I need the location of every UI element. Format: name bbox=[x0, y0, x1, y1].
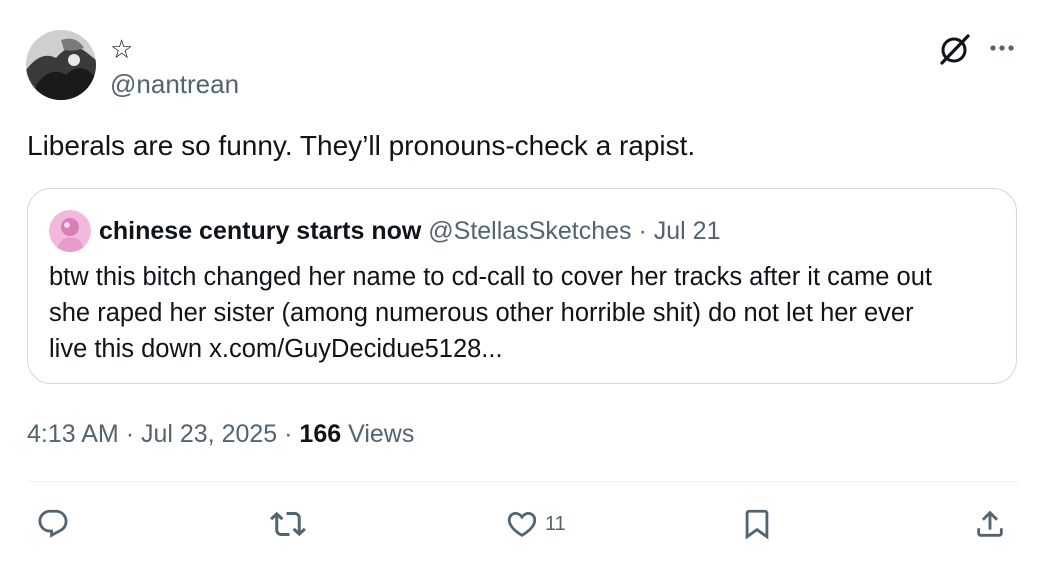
quote-separator: · bbox=[638, 217, 647, 245]
bookmark-button[interactable] bbox=[740, 505, 780, 543]
tweet-date[interactable]: Jul 23, 2025 bbox=[141, 420, 277, 448]
quote-text-line: btw this bitch changed her name to cd-ca… bbox=[49, 263, 932, 291]
quote-header: chinese century starts now @StellasSketc… bbox=[99, 215, 720, 247]
more-icon[interactable] bbox=[985, 34, 1019, 62]
meta-separator: · bbox=[125, 420, 135, 448]
quote-text: btw this bitch changed her name to cd-ca… bbox=[49, 259, 1009, 367]
reply-icon bbox=[38, 509, 68, 538]
tweet-time[interactable]: 4:13 AM bbox=[27, 420, 119, 448]
grok-icon[interactable] bbox=[938, 32, 972, 66]
quote-date[interactable]: Jul 21 bbox=[654, 217, 721, 245]
tweet: ☆ @nantrean Liberals are so funny. They’… bbox=[0, 0, 1048, 564]
quote-text-line: live this down x.com/GuyDecidue5128... bbox=[49, 335, 503, 363]
retweet-icon bbox=[270, 511, 306, 537]
like-count: 11 bbox=[545, 512, 566, 535]
views-count: 166 bbox=[299, 420, 342, 448]
handle[interactable]: @nantrean bbox=[110, 68, 239, 100]
bookmark-icon bbox=[745, 509, 769, 540]
reply-button[interactable] bbox=[36, 505, 76, 543]
like-button[interactable]: 11 bbox=[505, 505, 566, 543]
quote-text-line: she raped her sister (among numerous oth… bbox=[49, 299, 914, 327]
avatar[interactable] bbox=[26, 30, 96, 100]
quote-author-name[interactable]: chinese century starts now bbox=[99, 217, 421, 245]
retweet-button[interactable] bbox=[270, 505, 312, 543]
share-button[interactable] bbox=[973, 505, 1007, 543]
quote-author-handle[interactable]: @StellasSketches bbox=[428, 217, 631, 245]
share-icon bbox=[977, 510, 1003, 537]
meta-separator: · bbox=[284, 420, 293, 448]
quote-avatar[interactable] bbox=[49, 210, 91, 252]
tweet-text: Liberals are so funny. They’ll pronouns-… bbox=[27, 130, 696, 161]
tweet-meta: 4:13 AM · Jul 23, 2025 · 166 Views bbox=[27, 418, 414, 450]
views-label: Views bbox=[348, 420, 415, 448]
display-name[interactable]: ☆ bbox=[110, 34, 133, 64]
heart-icon bbox=[507, 511, 537, 537]
quoted-tweet[interactable]: chinese century starts now @StellasSketc… bbox=[27, 188, 1017, 384]
divider bbox=[27, 481, 1019, 482]
